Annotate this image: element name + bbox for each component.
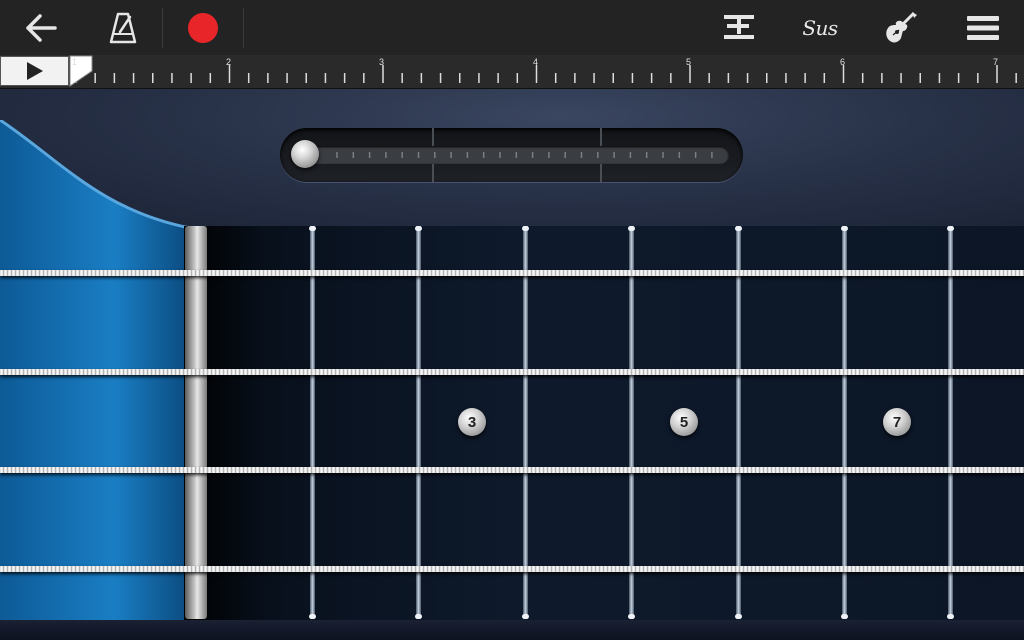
- bar-number: 2: [226, 57, 232, 67]
- bar-number: 7: [993, 57, 999, 67]
- fret-cap: [309, 226, 316, 231]
- fret-cap: [841, 614, 848, 619]
- arrow-left-icon: [26, 13, 57, 42]
- bar-number: 1: [72, 57, 78, 67]
- fret: [736, 226, 741, 619]
- slider-groove: [293, 146, 729, 164]
- fret-cap: [309, 614, 316, 619]
- fret-marker-3: 3: [458, 408, 486, 436]
- back-button[interactable]: [18, 0, 64, 55]
- slider-knob[interactable]: [291, 140, 319, 168]
- fret-marker-7: 7: [883, 408, 911, 436]
- ruler-ticks: [69, 55, 1017, 87]
- fret-cap: [415, 614, 422, 619]
- sustain-label: Sus: [802, 15, 838, 40]
- fret-cap: [841, 226, 848, 231]
- toolbar-separator: [162, 8, 163, 48]
- toolbar-separator: [243, 8, 244, 48]
- play-button[interactable]: [0, 56, 69, 86]
- record-icon: [188, 12, 218, 43]
- play-icon: [26, 62, 43, 80]
- bar-number: 3: [379, 57, 385, 67]
- string-4[interactable]: [0, 566, 1024, 572]
- chord-strip-button[interactable]: [716, 0, 762, 55]
- fret: [310, 226, 315, 619]
- string-2[interactable]: [0, 369, 1024, 375]
- neck-position-slider[interactable]: [280, 128, 743, 182]
- bar-number: 5: [686, 57, 692, 67]
- fret-cap: [522, 226, 529, 231]
- sustain-button[interactable]: Sus: [796, 0, 844, 55]
- menu-button[interactable]: [960, 0, 1006, 55]
- bottom-edge: [0, 620, 1024, 640]
- chord-strip-icon: [724, 14, 754, 39]
- instrument-select-button[interactable]: [876, 0, 924, 55]
- fret: [629, 226, 634, 619]
- metronome-icon: [109, 12, 137, 43]
- fret-cap: [415, 226, 422, 231]
- fret: [416, 226, 421, 619]
- fret: [948, 226, 953, 619]
- fret-cap: [947, 226, 954, 231]
- bar-number: 4: [533, 57, 539, 67]
- string-1[interactable]: [0, 270, 1024, 276]
- fret-cap: [628, 614, 635, 619]
- fret-cap: [735, 614, 742, 619]
- fret-cap: [628, 226, 635, 231]
- fret-cap: [522, 614, 529, 619]
- record-button[interactable]: [180, 0, 226, 55]
- nut: [185, 226, 207, 619]
- guitar-icon: [886, 11, 917, 42]
- bar-number: 6: [840, 57, 846, 67]
- string-3[interactable]: [0, 467, 1024, 473]
- fret-cap: [947, 614, 954, 619]
- fret-cap: [735, 226, 742, 231]
- top-toolbar: Sus: [0, 0, 1024, 55]
- fret: [842, 226, 847, 619]
- metronome-button[interactable]: [100, 0, 146, 55]
- bass-body: [0, 120, 191, 640]
- fret-marker-5: 5: [670, 408, 698, 436]
- hamburger-menu-icon: [967, 15, 999, 40]
- fret: [523, 226, 528, 619]
